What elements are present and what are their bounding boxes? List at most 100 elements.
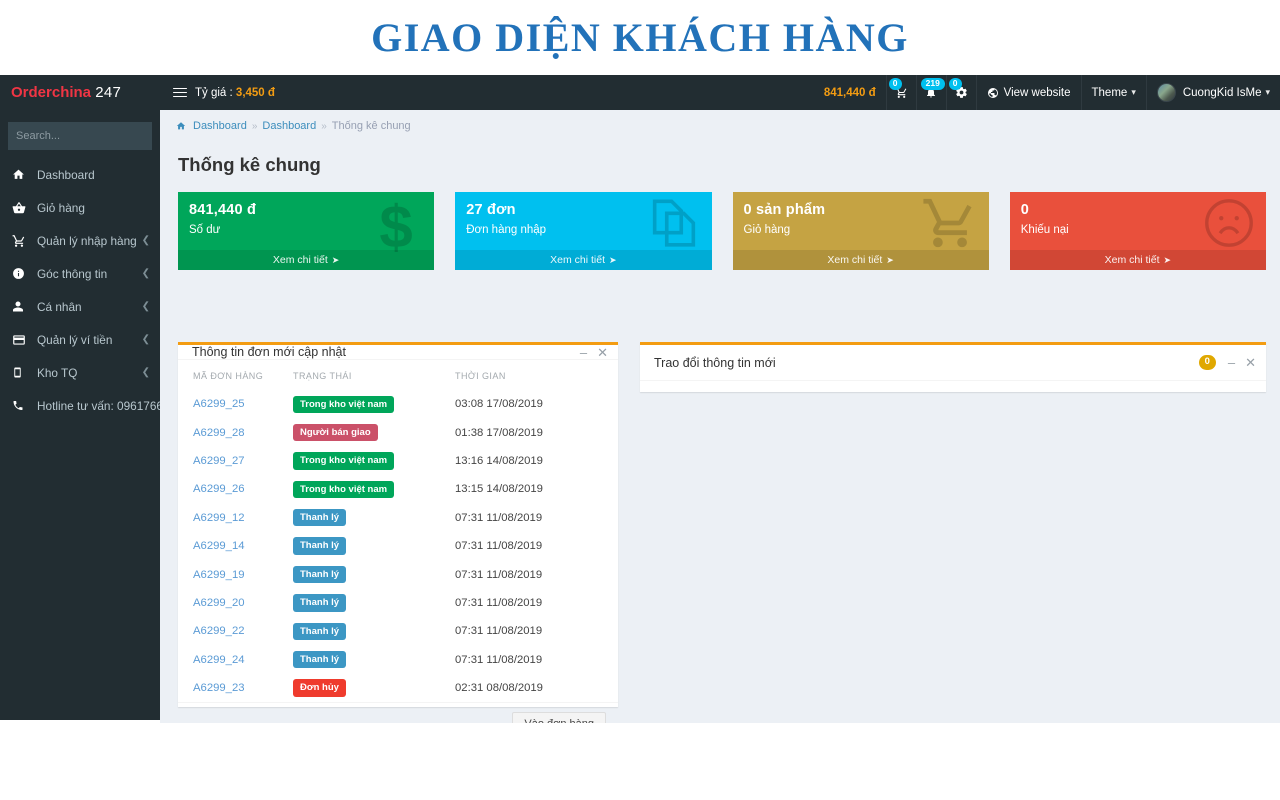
exchange-rate-label: Tỷ giá : — [195, 86, 233, 99]
stat-detail-label: Xem chi tiết — [272, 254, 328, 266]
order-code-link[interactable]: A6299_28 — [193, 427, 245, 439]
chevron-left-icon: ❮ — [141, 334, 150, 345]
chevron-left-icon: ❮ — [141, 301, 150, 312]
sidebar-item-hotline[interactable]: Hotline tư vấn: 0961766758 — [0, 389, 183, 422]
order-code-cell: A6299_25 — [178, 390, 293, 418]
order-code-link[interactable]: A6299_26 — [193, 483, 245, 495]
breadcrumb-home[interactable]: Dashboard — [193, 120, 247, 132]
order-status-cell: Trong kho việt nam — [293, 475, 453, 503]
order-time-cell: 13:15 14/08/2019 — [455, 483, 543, 496]
app-logo[interactable]: Orderchina 247 — [0, 75, 160, 110]
sidebar-item-label: Quản lý nhập hàng — [37, 233, 137, 248]
basket-icon — [12, 201, 30, 215]
go-to-orders-button[interactable]: Vào đơn hàng — [512, 712, 606, 723]
orders-panel: Thông tin đơn mới cập nhật – ✕ MÃ ĐƠN HÀ… — [178, 342, 618, 723]
order-code-link[interactable]: A6299_25 — [193, 398, 245, 410]
order-code-cell: A6299_14 — [178, 532, 293, 560]
stat-label: Giỏ hàng — [743, 224, 791, 236]
order-code-link[interactable]: A6299_14 — [193, 540, 245, 552]
chevron-right-icon: » — [321, 120, 327, 132]
minus-icon[interactable]: – — [1228, 356, 1235, 369]
sidebar-item-dashboard[interactable]: Dashboard — [0, 158, 160, 191]
order-code-cell: A6299_22 — [178, 617, 293, 645]
stat-value: 0 sản phẩm — [743, 202, 826, 218]
stat-detail-label: Xem chi tiết — [1104, 254, 1160, 266]
order-code-cell: A6299_27 — [178, 447, 293, 475]
sidebar-search[interactable] — [8, 122, 176, 150]
sidebar-item-quan-ly-vi-tien[interactable]: Quản lý ví tiền ❮ — [0, 323, 160, 356]
close-icon[interactable]: ✕ — [597, 346, 608, 359]
order-code-link[interactable]: A6299_12 — [193, 512, 245, 524]
order-code-link[interactable]: A6299_22 — [193, 625, 245, 637]
status-badge: Thanh lý — [293, 594, 347, 612]
order-code-cell: A6299_12 — [178, 504, 293, 532]
sidebar-item-quan-ly-nhap-hang[interactable]: Quản lý nhập hàng ❮ — [0, 224, 160, 257]
bell-icon[interactable]: 219 — [915, 75, 946, 110]
order-code-link[interactable]: A6299_23 — [193, 682, 245, 694]
phone-icon — [12, 399, 30, 412]
order-time-cell: 03:08 17/08/2019 — [455, 398, 543, 411]
breadcrumb-second[interactable]: Dashboard — [262, 120, 316, 132]
order-code-cell: A6299_28 — [178, 418, 293, 446]
theme-dropdown[interactable]: Theme ▾ — [1080, 75, 1146, 110]
gear-icon[interactable]: 0 — [945, 75, 976, 110]
status-badge: Thanh lý — [293, 565, 347, 584]
order-code-link[interactable]: A6299_24 — [193, 654, 245, 666]
sidebar: Dashboard Giỏ hàng Quản lý nhập hàng ❮ G… — [0, 110, 183, 720]
column-header-code: MÃ ĐƠN HÀNG — [193, 371, 264, 381]
search-input[interactable] — [8, 130, 166, 142]
order-code-cell: A6299_26 — [178, 475, 293, 503]
order-code-link[interactable]: A6299_27 — [193, 455, 245, 467]
status-badge: Người bán giao — [293, 423, 378, 442]
navbar-right-group: 841,440 đ 0 219 0 View website Theme ▾ C… — [814, 75, 1280, 110]
status-badge: Đơn hủy — [293, 679, 346, 697]
chevron-down-icon: ▾ — [1265, 87, 1270, 97]
order-time-cell: 07:31 11/08/2019 — [455, 625, 543, 638]
sidebar-item-goc-thong-tin[interactable]: Góc thông tin ❮ — [0, 257, 160, 290]
chevron-left-icon: ❮ — [141, 235, 150, 246]
user-menu[interactable]: CuongKid IsMe ▾ — [1145, 75, 1280, 110]
breadcrumb: Dashboard » Dashboard » Thống kê chung — [160, 110, 1280, 132]
order-code-link[interactable]: A6299_20 — [193, 597, 245, 609]
theme-label: Theme — [1091, 86, 1128, 99]
sidebar-item-gio-hang[interactable]: Giỏ hàng — [0, 191, 160, 224]
table-row: A6299_20 Thanh lý 07:31 11/08/2019 — [178, 589, 618, 617]
order-time-cell: 01:38 17/08/2019 — [455, 426, 543, 439]
stat-detail-link[interactable]: Xem chi tiết ➤ — [178, 250, 435, 270]
minus-icon[interactable]: – — [580, 346, 587, 359]
page-title: Thống kê chung — [178, 154, 321, 175]
status-badge: Thanh lý — [293, 509, 347, 527]
view-website-link[interactable]: View website — [975, 75, 1081, 110]
arrow-circle-right-icon: ➤ — [331, 254, 340, 265]
stat-value: 841,440 đ — [189, 202, 257, 218]
hamburger-icon[interactable] — [173, 87, 187, 98]
order-status-cell: Trong kho việt nam — [293, 390, 453, 418]
status-badge: Trong kho việt nam — [293, 395, 395, 413]
close-icon[interactable]: ✕ — [1245, 356, 1256, 369]
status-badge: Thanh lý — [293, 651, 347, 669]
chat-badge: 0 — [1198, 355, 1216, 370]
sidebar-item-kho-tq[interactable]: Kho TQ ❮ — [0, 356, 160, 389]
main-content: Dashboard » Dashboard » Thống kê chung T… — [160, 110, 1280, 723]
sidebar-item-label: Giỏ hàng — [37, 200, 85, 215]
order-code-cell: A6299_19 — [178, 560, 293, 588]
order-code-link[interactable]: A6299_19 — [193, 569, 245, 581]
order-status-cell: Thanh lý — [293, 560, 453, 588]
stat-detail-link[interactable]: Xem chi tiết ➤ — [732, 250, 989, 270]
orders-table-body: A6299_25 Trong kho việt nam 03:08 17/08/20… — [178, 390, 618, 702]
orders-panel-title: Thông tin đơn mới cập nhật — [192, 345, 346, 359]
order-code-cell: A6299_24 — [178, 646, 293, 674]
stat-detail-link[interactable]: Xem chi tiết ➤ — [1009, 250, 1266, 270]
table-row: A6299_27 Trong kho việt nam 13:16 14/08/20… — [178, 447, 618, 475]
chat-panel-title: Trao đổi thông tin mới — [654, 355, 776, 370]
sidebar-item-label: Góc thông tin — [37, 266, 108, 281]
stat-detail-link[interactable]: Xem chi tiết ➤ — [455, 250, 712, 270]
arrow-circle-right-icon: ➤ — [886, 254, 894, 265]
status-badge: Trong kho việt nam — [293, 480, 395, 499]
sidebar-item-ca-nhan[interactable]: Cá nhân ❮ — [0, 290, 160, 323]
stat-card-orders: 27 đơn Đơn hàng nhập Xem chi tiết ➤ — [455, 192, 712, 270]
column-header-time: THỜI GIAN — [455, 371, 506, 381]
cart-icon[interactable]: 0 — [885, 75, 916, 110]
orders-panel-body: MÃ ĐƠN HÀNG TRẠNG THÁI THỜI GIAN A6299_2… — [178, 360, 618, 702]
order-time-cell: 02:31 08/08/2019 — [455, 682, 543, 695]
